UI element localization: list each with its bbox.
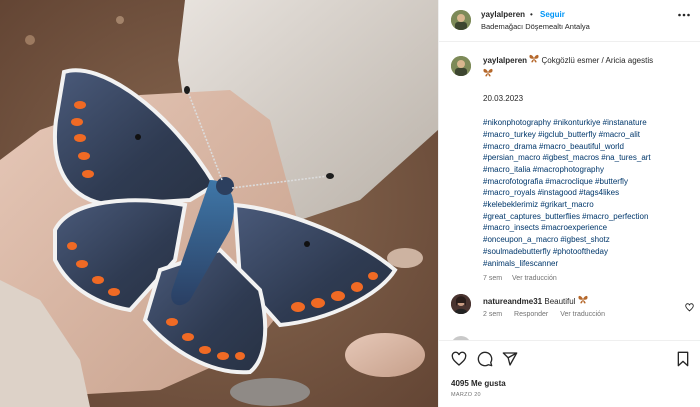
author-avatar[interactable] bbox=[451, 10, 471, 30]
likes-count[interactable]: 4095 Me gusta bbox=[451, 379, 506, 388]
author-username[interactable]: yaylalperen bbox=[481, 10, 525, 19]
comment-like-heart-icon[interactable] bbox=[685, 299, 694, 317]
hashtag-line[interactable]: #soulmadebutterfly #photooftheday bbox=[483, 246, 689, 258]
post-header: yaylalperen • Seguir Bademağacı Döşemeal… bbox=[439, 0, 700, 42]
caption-text: Çokgözlü esmer / Aricia agestis bbox=[541, 56, 654, 65]
hashtag-line[interactable]: #macro_royals #instagood #tags4likes bbox=[483, 187, 689, 199]
comments-section[interactable]: yaylalperen Çokgözlü esmer / Aricia ages… bbox=[439, 42, 700, 340]
hashtag-line[interactable]: #macro_italia #macrophotography bbox=[483, 164, 689, 176]
comment-body: natureandme31 Beautiful bbox=[483, 295, 588, 306]
heart-icon[interactable] bbox=[451, 351, 467, 372]
comment-meta: 2 sem Responder Ver traducción bbox=[483, 311, 615, 318]
action-bar: 4095 Me gusta MARZO 20 bbox=[439, 340, 700, 407]
caption-first-line: yaylalperen Çokgözlü esmer / Aricia ages… bbox=[483, 54, 689, 80]
bookmark-icon[interactable] bbox=[675, 351, 691, 372]
comment-icon[interactable] bbox=[477, 351, 493, 372]
comment-see-translation-link[interactable]: Ver traducción bbox=[560, 311, 605, 318]
caption-date: 20.03.2023 bbox=[483, 94, 524, 104]
hashtag-line[interactable]: #great_captures_butterflies #macro_perfe… bbox=[483, 211, 689, 223]
commenter-avatar[interactable] bbox=[451, 294, 471, 314]
post-location[interactable]: Bademağacı Döşemealtı Antalya bbox=[481, 22, 590, 31]
butterfly-emoji-icon bbox=[529, 54, 541, 65]
reply-button[interactable]: Responder bbox=[514, 311, 548, 318]
hashtag-line[interactable]: #macro_drama #macro_beautiful_world bbox=[483, 141, 689, 153]
hashtag-line[interactable]: #macrofotografia #macroclique #butterfly bbox=[483, 176, 689, 188]
post-caption: yaylalperen Çokgözlü esmer / Aricia ages… bbox=[483, 54, 689, 285]
comment-text: Beautiful bbox=[544, 297, 576, 306]
hashtag-line[interactable]: #nikonphotography #nikonturkiye #instana… bbox=[483, 117, 689, 129]
hashtags: #nikonphotography #nikonturkiye #instana… bbox=[483, 117, 689, 269]
see-translation-link[interactable]: Ver traducción bbox=[512, 275, 557, 282]
caption-age: 7 sem bbox=[483, 275, 503, 283]
comment-age: 2 sem bbox=[483, 311, 503, 318]
hashtag-line[interactable]: #onceupon_a_macro #igbest_shotz bbox=[483, 234, 689, 246]
caption-meta: 7 sem Ver traducción bbox=[483, 273, 689, 285]
caption-username[interactable]: yaylalperen bbox=[483, 56, 527, 65]
post-side-panel: yaylalperen • Seguir Bademağacı Döşemeal… bbox=[438, 0, 700, 407]
butterfly-photo bbox=[0, 0, 438, 407]
share-icon[interactable] bbox=[502, 351, 518, 372]
hashtag-line[interactable]: #animals_lifescanner bbox=[483, 258, 689, 270]
post-date: MARZO 20 bbox=[451, 392, 481, 398]
separator-dot: • bbox=[530, 10, 533, 19]
hashtag-line[interactable]: #macro_insects #macroexperience bbox=[483, 222, 689, 234]
hashtag-line[interactable]: #persian_macro #igbest_macros #na_tures_… bbox=[483, 152, 689, 164]
commenter-username[interactable]: natureandme31 bbox=[483, 297, 542, 306]
follow-button[interactable]: Seguir bbox=[540, 10, 565, 19]
butterfly-emoji-icon-3 bbox=[578, 295, 588, 306]
butterfly-emoji-icon-2 bbox=[483, 68, 689, 81]
caption-author-avatar[interactable] bbox=[451, 56, 471, 76]
hashtag-line[interactable]: #macro_turkey #igclub_butterfly #macro_a… bbox=[483, 129, 689, 141]
more-options-icon[interactable] bbox=[677, 8, 691, 25]
post-photo[interactable] bbox=[0, 0, 438, 407]
hashtag-line[interactable]: #kelebeklerimiz #grikart_macro bbox=[483, 199, 689, 211]
